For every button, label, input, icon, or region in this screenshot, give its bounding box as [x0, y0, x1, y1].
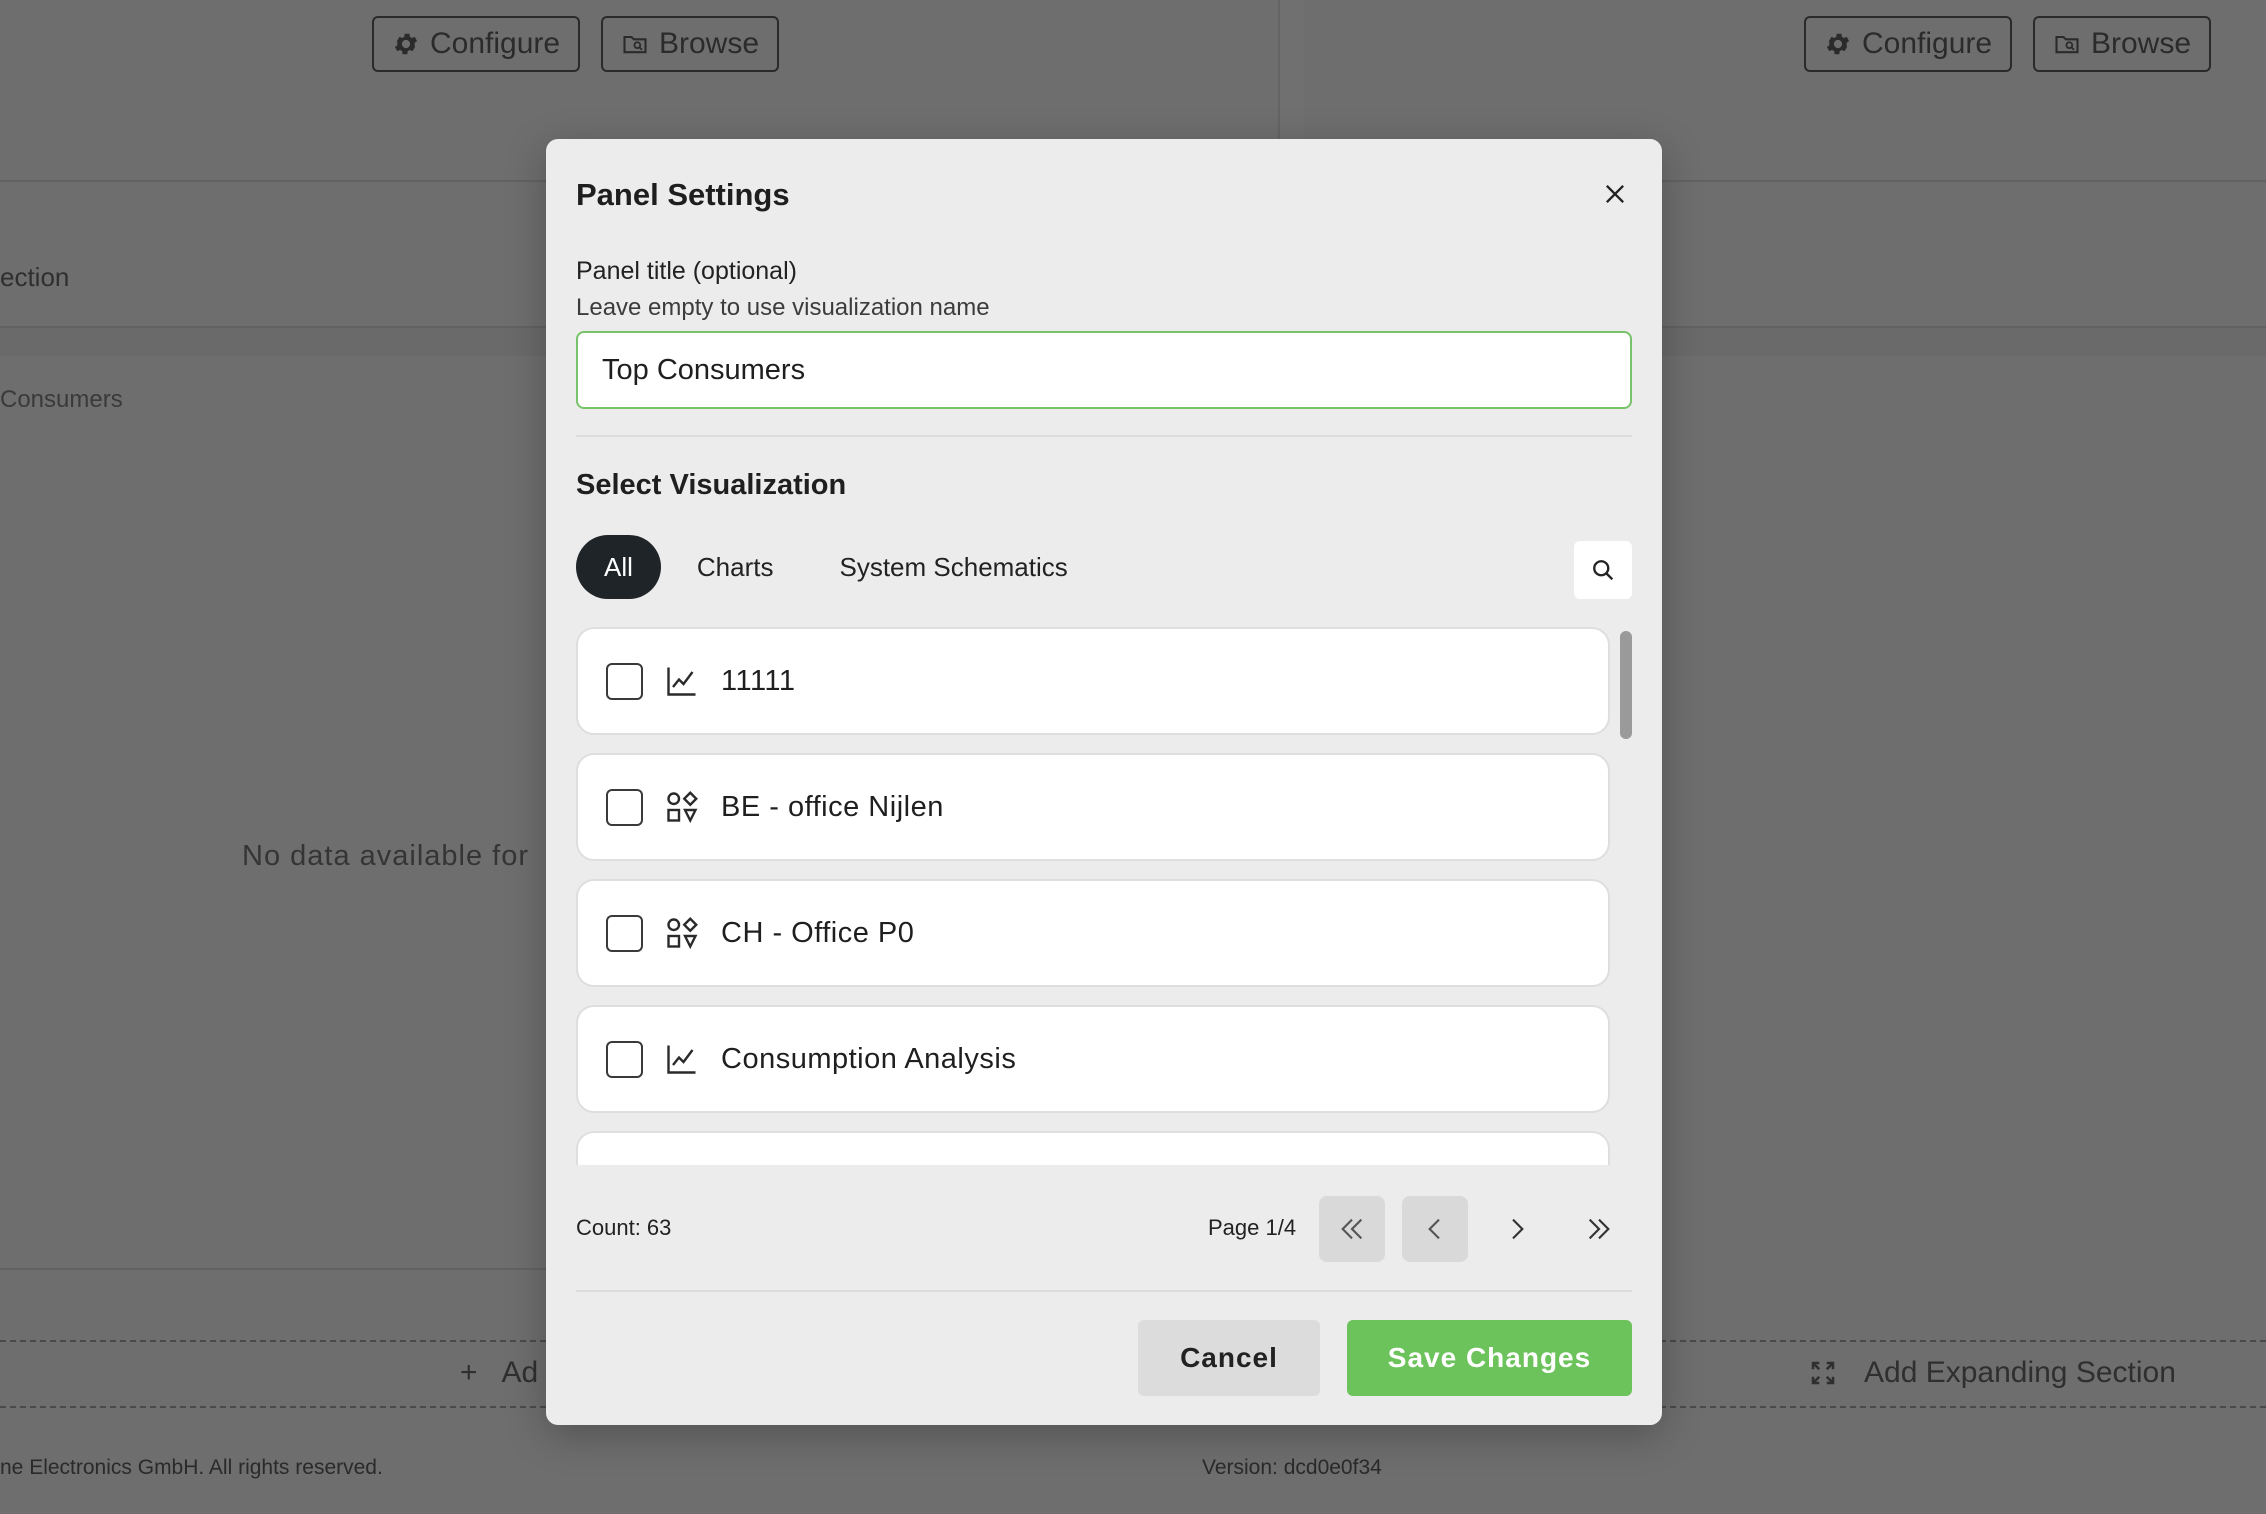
visualization-filter-tabs: All Charts System Schematics [576, 535, 1096, 599]
bg-browse-label: Browse [2091, 27, 2192, 60]
line-chart-icon [663, 662, 701, 700]
search-icon [1593, 560, 1614, 581]
tab-all[interactable]: All [576, 535, 661, 599]
item-label: 11111 [721, 664, 796, 697]
bg-panel-label: Consumers [0, 386, 123, 413]
bg-copyright: ne Electronics GmbH. All rights reserved… [0, 1456, 383, 1479]
list-item[interactable]: BE - office Nijlen [576, 753, 1610, 861]
bg-browse-button-left[interactable]: Browse [601, 16, 780, 72]
count-label: Count: 63 [576, 1215, 672, 1240]
first-page-button[interactable] [1319, 1196, 1385, 1262]
select-visualization-title: Select Visualization [576, 469, 847, 501]
close-button[interactable] [1598, 177, 1632, 211]
schematic-icon [663, 914, 701, 952]
panel-title-label: Panel title (optional) [576, 257, 797, 285]
bg-add-section-label: Ad [501, 1356, 539, 1389]
bg-add-expanding-label: Add Expanding Section [1864, 1356, 2176, 1389]
modal-title: Panel Settings [576, 177, 790, 212]
gear-icon [1826, 33, 1850, 55]
bg-configure-label: Configure [1862, 27, 1993, 60]
bg-add-expanding-section-button[interactable]: Add Expanding Section [1808, 1356, 2176, 1390]
panel-title-hint: Leave empty to use visualization name [576, 294, 990, 321]
bg-no-data-text: No data available for [242, 840, 529, 872]
list-item-partial[interactable] [576, 1131, 1610, 1165]
close-icon [1606, 185, 1624, 203]
item-label: CH - Office P0 [721, 916, 915, 949]
bg-section-label: ection [0, 262, 70, 292]
bg-version: Version: dcd0e0f34 [1202, 1456, 1382, 1479]
next-page-button[interactable] [1484, 1196, 1550, 1262]
previous-page-button[interactable] [1402, 1196, 1468, 1262]
tab-charts[interactable]: Charts [669, 535, 802, 599]
last-page-button[interactable] [1566, 1196, 1632, 1262]
schematic-icon [663, 788, 701, 826]
chevrons-right-icon [1588, 1218, 1610, 1240]
footer-divider [576, 1290, 1632, 1292]
panel-title-input[interactable] [576, 331, 1632, 409]
search-button[interactable] [1574, 541, 1632, 599]
gear-icon [394, 33, 418, 55]
chevron-left-icon [1428, 1218, 1440, 1240]
visualization-list[interactable]: 11111 BE - office Nijlen CH - Office P0 … [576, 627, 1632, 1165]
chevrons-left-icon [1341, 1218, 1363, 1240]
list-scrollbar[interactable] [1620, 631, 1632, 739]
bg-browse-label: Browse [659, 27, 760, 60]
divider [576, 435, 1632, 437]
bg-configure-button-left[interactable]: Configure [372, 16, 581, 72]
panel-settings-modal: Panel Settings Panel title (optional) Le… [546, 139, 1662, 1425]
list-item[interactable]: CH - Office P0 [576, 879, 1610, 987]
expand-icon [1811, 1361, 1835, 1385]
save-changes-button[interactable]: Save Changes [1347, 1320, 1632, 1396]
item-label: Consumption Analysis [721, 1042, 1017, 1075]
plus-icon: + [460, 1356, 478, 1389]
chevron-right-icon [1512, 1218, 1524, 1240]
item-checkbox[interactable] [606, 788, 643, 826]
page-indicator: Page 1/4 [1208, 1215, 1297, 1240]
bg-configure-label: Configure [430, 27, 561, 60]
item-checkbox[interactable] [606, 914, 643, 952]
list-item[interactable]: Consumption Analysis [576, 1005, 1610, 1113]
tab-system-schematics[interactable]: System Schematics [811, 535, 1095, 599]
cancel-button[interactable]: Cancel [1138, 1320, 1320, 1396]
item-checkbox[interactable] [606, 662, 643, 700]
bg-browse-button-right[interactable]: Browse [2033, 16, 2212, 72]
bg-add-section-button[interactable]: + Ad [460, 1356, 538, 1390]
list-item[interactable]: 11111 [576, 627, 1610, 735]
folder-search-icon [2055, 35, 2079, 54]
bg-configure-button-right[interactable]: Configure [1804, 16, 2013, 72]
line-chart-icon [663, 1040, 701, 1078]
item-label: BE - office Nijlen [721, 790, 944, 823]
folder-search-icon [623, 35, 647, 54]
item-checkbox[interactable] [606, 1040, 643, 1078]
